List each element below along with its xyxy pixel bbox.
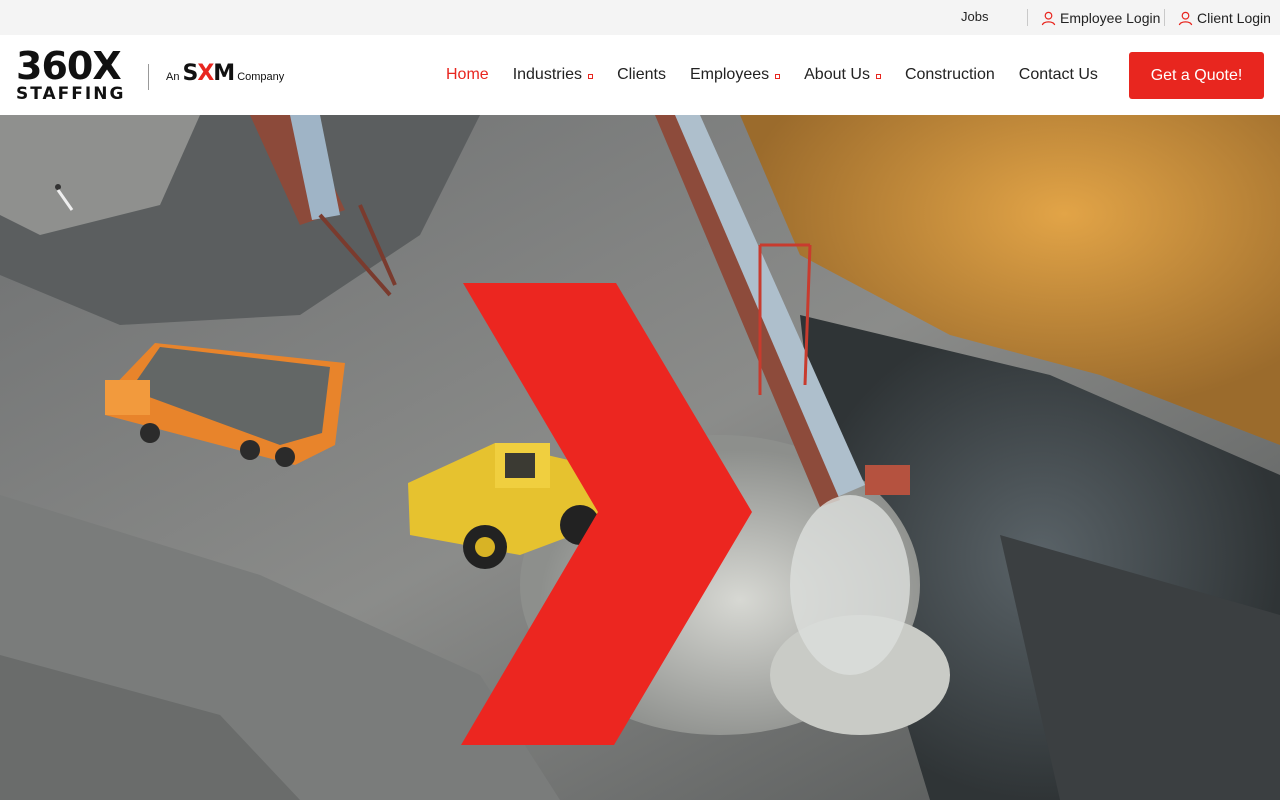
logo-number: 360 bbox=[16, 44, 93, 88]
nav-item-label: About Us bbox=[804, 66, 870, 83]
utility-divider bbox=[1164, 9, 1165, 26]
hero-banner bbox=[0, 115, 1280, 800]
get-a-quote-button[interactable]: Get a Quote! bbox=[1129, 52, 1264, 99]
hero-background-image bbox=[0, 115, 1280, 800]
jobs-link[interactable]: Jobs bbox=[961, 9, 988, 24]
client-login-link[interactable]: Client Login bbox=[1178, 10, 1271, 26]
nav-item-contact-us[interactable]: Contact Us bbox=[1019, 66, 1098, 84]
employee-login-link[interactable]: Employee Login bbox=[1041, 10, 1160, 26]
logo-divider bbox=[148, 64, 149, 90]
main-nav: Home Industries Clients Employees About … bbox=[446, 35, 1122, 115]
user-icon bbox=[1178, 11, 1193, 25]
nav-item-label: Home bbox=[446, 66, 489, 83]
logo-word: STAFFING bbox=[16, 84, 126, 104]
nav-item-label: Industries bbox=[512, 66, 583, 83]
nav-item-employees[interactable]: Employees bbox=[689, 66, 781, 84]
brand-letter: M bbox=[213, 61, 235, 86]
tag-prefix: An bbox=[166, 71, 180, 83]
dropdown-icon bbox=[875, 74, 881, 79]
utility-divider bbox=[1027, 9, 1028, 26]
utility-bar: Jobs Employee Login Client Login bbox=[0, 0, 1280, 35]
site-logo[interactable]: 360X STAFFING An SXM Company bbox=[16, 44, 306, 106]
nav-item-label: Employees bbox=[689, 66, 770, 83]
nav-item-industries[interactable]: Industries bbox=[512, 66, 594, 84]
brand-letter: S bbox=[182, 61, 198, 86]
dropdown-icon bbox=[775, 74, 781, 79]
parent-company-tag: An SXM Company bbox=[166, 61, 284, 86]
nav-item-clients[interactable]: Clients bbox=[617, 66, 666, 84]
logo-x: X bbox=[92, 44, 121, 88]
client-login-label: Client Login bbox=[1197, 10, 1271, 26]
nav-item-label: Contact Us bbox=[1018, 66, 1098, 83]
nav-item-home[interactable]: Home bbox=[446, 66, 489, 84]
nav-item-construction[interactable]: Construction bbox=[905, 66, 995, 84]
parent-brand-logo: SXM bbox=[182, 61, 235, 86]
nav-item-label: Construction bbox=[904, 66, 995, 83]
user-icon bbox=[1041, 11, 1056, 25]
nav-item-label: Clients bbox=[617, 66, 666, 83]
brand-letter: X bbox=[197, 61, 214, 86]
site-header: 360X STAFFING An SXM Company Home Indust… bbox=[0, 35, 1280, 115]
logo-mark: 360X bbox=[16, 44, 122, 88]
employee-login-label: Employee Login bbox=[1060, 10, 1161, 26]
nav-item-about-us[interactable]: About Us bbox=[804, 66, 881, 84]
tag-suffix: Company bbox=[237, 71, 285, 83]
dropdown-icon bbox=[588, 74, 594, 79]
